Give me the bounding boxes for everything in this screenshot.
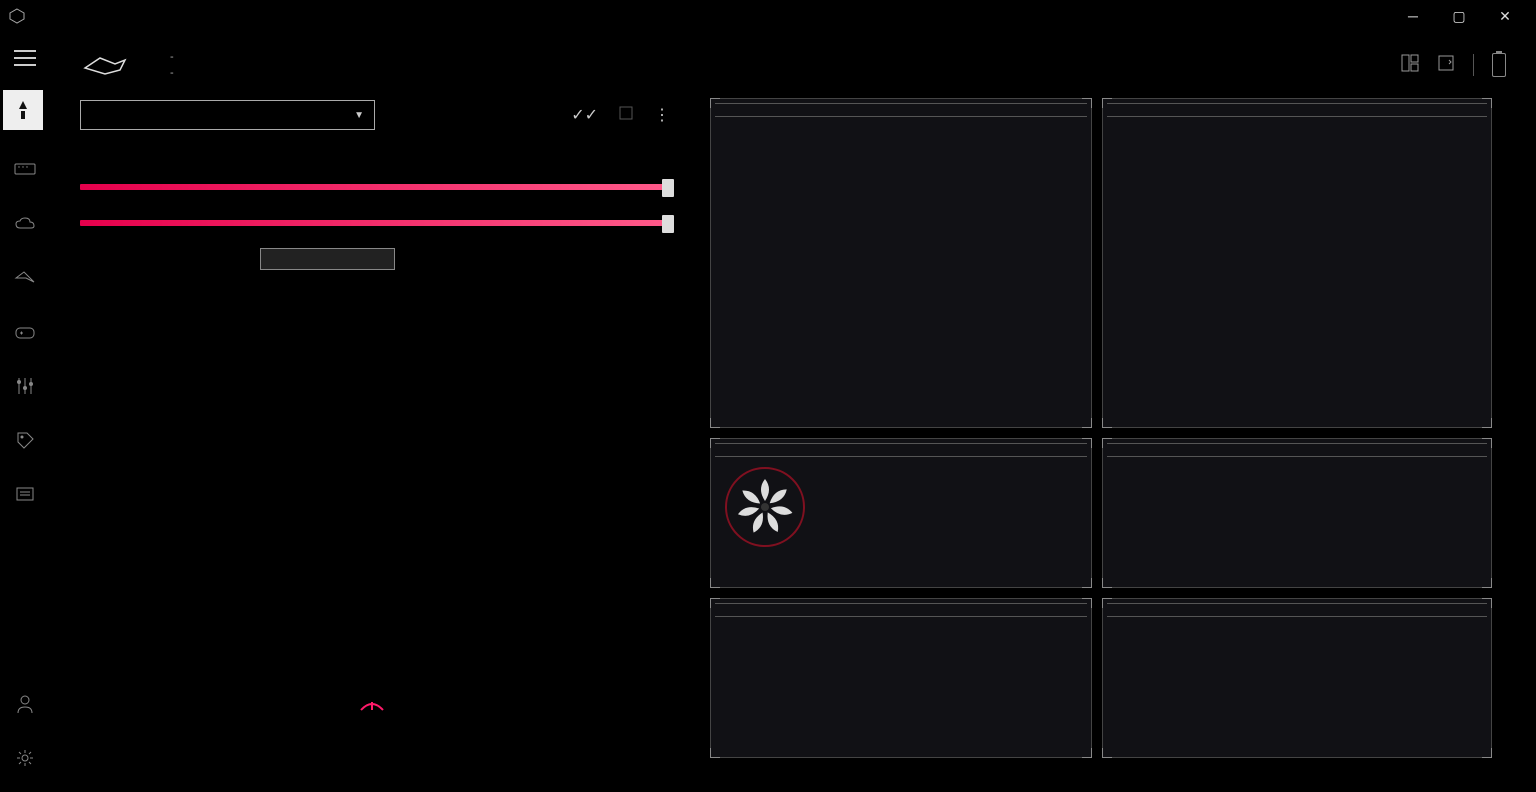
menu-toggle-icon[interactable] — [14, 50, 36, 66]
pin-icon[interactable] — [1437, 54, 1455, 77]
save-icon[interactable] — [618, 105, 634, 126]
battery-icon — [1492, 53, 1506, 77]
performance-indicator-icon — [357, 696, 387, 714]
slider-platform-thumb[interactable] — [662, 215, 674, 233]
header: - - — [50, 40, 1516, 90]
system-info: - - — [170, 49, 174, 82]
sidebar-fusion[interactable] — [11, 264, 39, 292]
sidebar-settings[interactable] — [11, 744, 39, 772]
app-icon — [8, 7, 26, 25]
slider-apu-track[interactable] — [80, 184, 670, 190]
fan-wheel-icon — [725, 467, 805, 547]
mode-select[interactable] — [80, 100, 375, 130]
titlebar: ─ ▢ ✕ — [0, 0, 1536, 32]
sidebar-gamepad[interactable] — [11, 318, 39, 346]
minimize-button[interactable]: ─ — [1390, 0, 1436, 32]
panel-game-launcher — [710, 598, 1092, 758]
slider-apu — [80, 176, 670, 190]
sidebar — [0, 80, 50, 792]
sidebar-news[interactable] — [11, 480, 39, 508]
layout-icon[interactable] — [1401, 54, 1419, 77]
sidebar-user[interactable] — [11, 690, 39, 718]
panel-fan-speed — [710, 438, 1092, 588]
panel-system-config — [1102, 98, 1492, 428]
maximize-button[interactable]: ▢ — [1436, 0, 1482, 32]
more-icon[interactable]: ⋮ — [654, 105, 670, 126]
apply-icon[interactable]: ✓✓ — [571, 105, 598, 126]
slider-platform — [80, 212, 670, 226]
sidebar-home[interactable] — [3, 90, 43, 130]
sidebar-deals[interactable] — [11, 426, 39, 454]
close-button[interactable]: ✕ — [1482, 0, 1528, 32]
panel-scenario-profiles — [1102, 598, 1492, 758]
undo-button[interactable] — [260, 248, 395, 270]
fan-curve-chart[interactable] — [80, 280, 590, 570]
slider-apu-thumb[interactable] — [662, 179, 674, 197]
game-launcher-body[interactable] — [711, 617, 1091, 677]
main-panel: ✓✓ ⋮ — [80, 100, 670, 570]
sidebar-tuning[interactable] — [11, 372, 39, 400]
panel-gpu-stats — [710, 98, 1092, 428]
divider — [1473, 54, 1474, 76]
sidebar-cloud[interactable] — [11, 210, 39, 238]
rog-logo-icon — [80, 50, 130, 80]
slider-platform-track[interactable] — [80, 220, 670, 226]
sidebar-keyboard[interactable] — [11, 156, 39, 184]
panel-app-config — [1102, 438, 1492, 588]
